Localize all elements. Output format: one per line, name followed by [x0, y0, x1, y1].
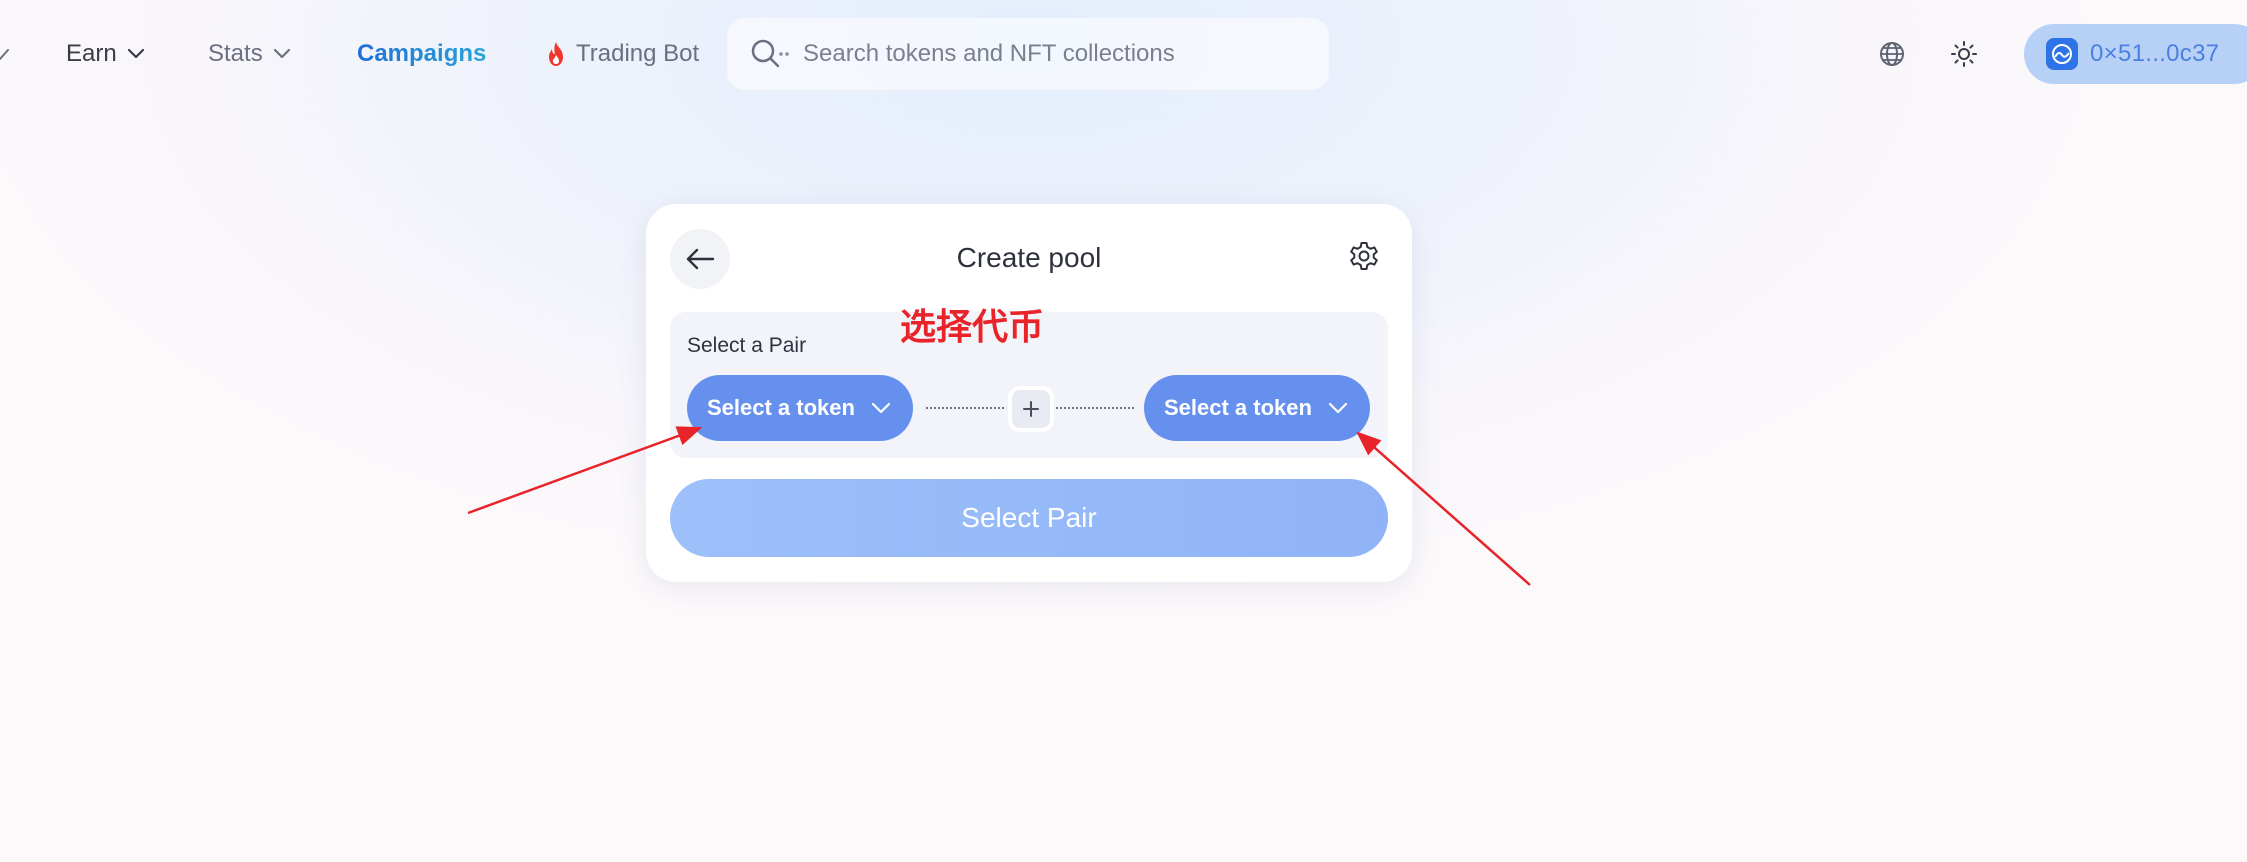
annotation-arrows [467, 426, 1531, 586]
annotation-arrow-left [467, 426, 703, 515]
annotation-arrow-right [1356, 431, 1531, 586]
